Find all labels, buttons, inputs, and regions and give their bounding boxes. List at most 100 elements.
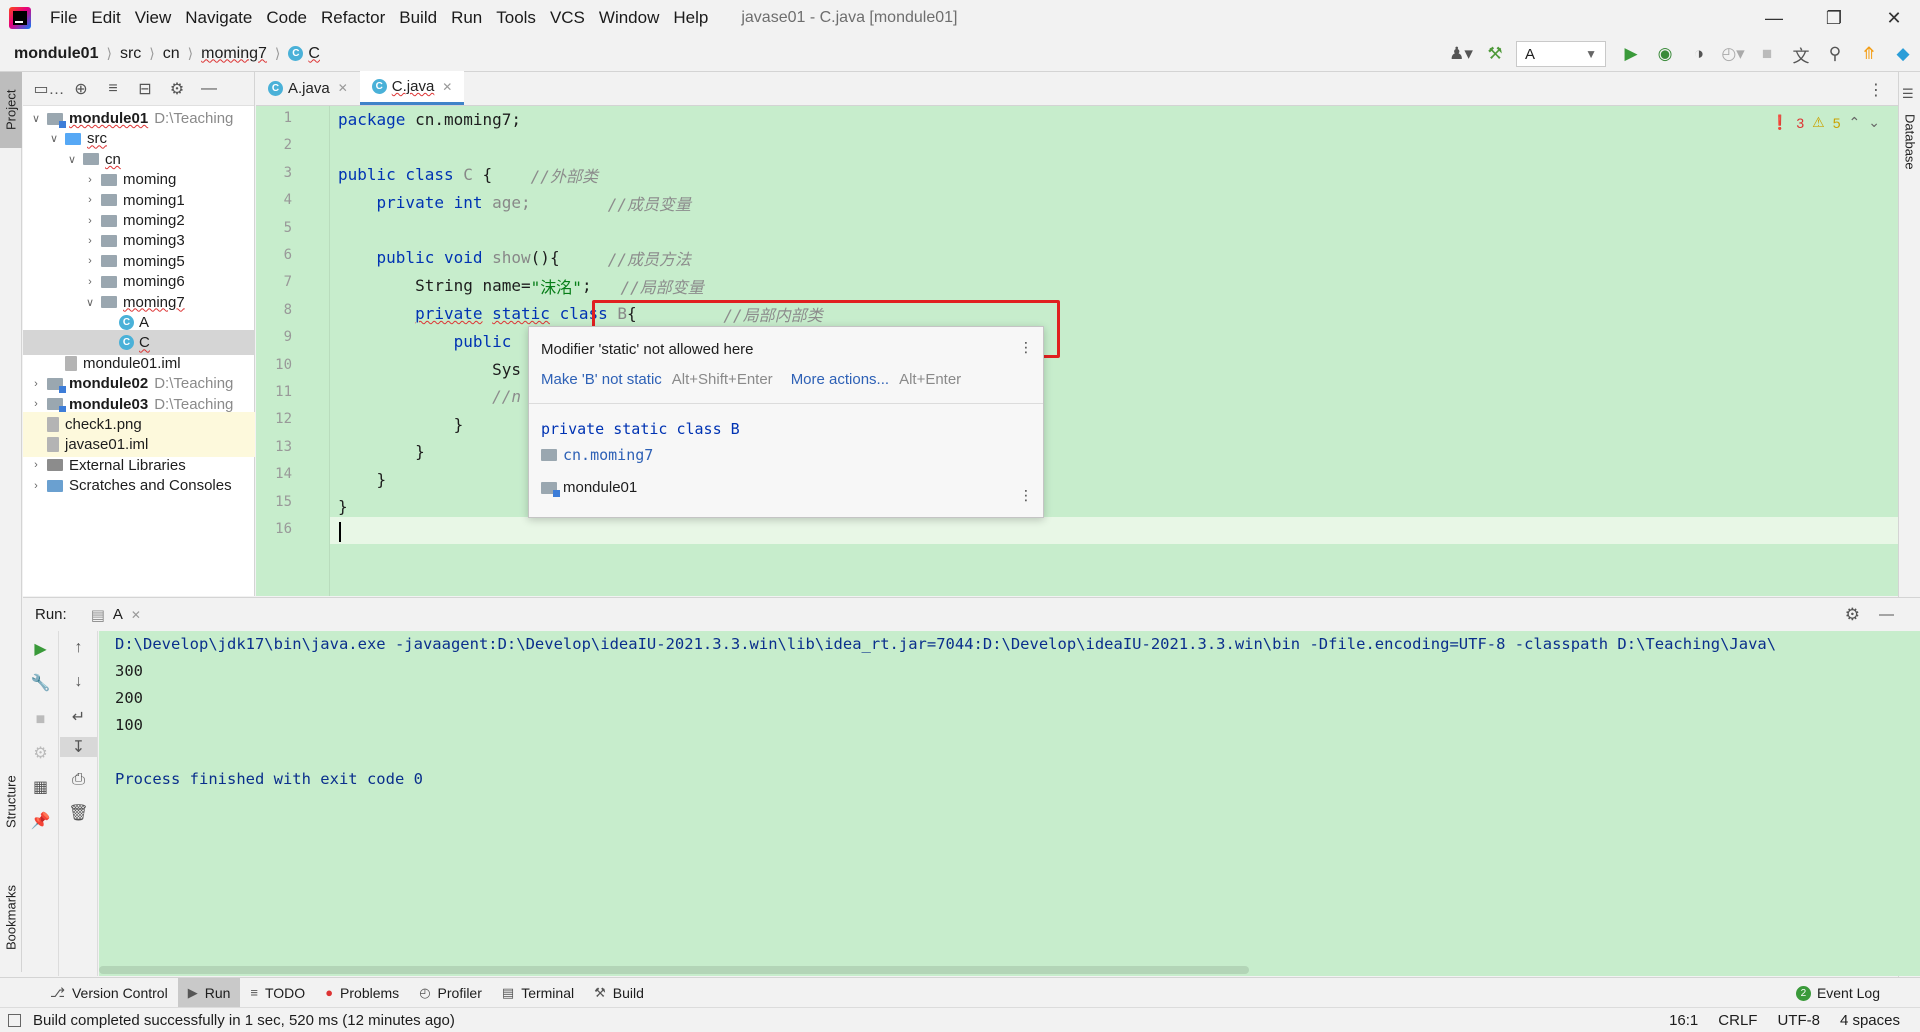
- breadcrumb-package[interactable]: moming7: [201, 45, 267, 63]
- menu-tools[interactable]: Tools: [489, 8, 543, 28]
- menu-refactor[interactable]: Refactor: [314, 8, 392, 28]
- chevron-down-icon[interactable]: ∨: [29, 112, 43, 125]
- menu-navigate[interactable]: Navigate: [178, 8, 259, 28]
- view-mode-icon[interactable]: ▭…: [33, 79, 65, 99]
- chevron-right-icon[interactable]: ›: [83, 255, 97, 267]
- breadcrumb-cn[interactable]: cn: [163, 45, 180, 63]
- expand-all-icon[interactable]: ≡: [97, 80, 129, 98]
- close-icon[interactable]: ✕: [131, 608, 141, 622]
- coverage-icon[interactable]: ◑: [1682, 36, 1716, 72]
- gear-icon[interactable]: ⚙: [161, 79, 193, 99]
- menu-build[interactable]: Build: [392, 8, 444, 28]
- menu-code[interactable]: Code: [259, 8, 314, 28]
- chevron-right-icon[interactable]: ›: [83, 194, 97, 206]
- tab-database[interactable]: Database: [1899, 102, 1920, 182]
- tree-item[interactable]: › Scratches and Consoles: [23, 473, 255, 498]
- menu-run[interactable]: Run: [444, 8, 489, 28]
- menu-help[interactable]: Help: [666, 8, 715, 28]
- chevron-right-icon[interactable]: ›: [29, 378, 43, 390]
- layout-icon[interactable]: ▦: [23, 777, 58, 797]
- scroll-to-end-icon[interactable]: ↧: [60, 737, 97, 757]
- more-options-icon[interactable]: ⋮: [1019, 487, 1033, 504]
- event-log-button[interactable]: 2 Event Log: [1795, 978, 1880, 1008]
- arrow-down-icon[interactable]: ↓: [60, 673, 97, 691]
- gear-icon[interactable]: ⚙: [1845, 605, 1860, 625]
- debug-icon[interactable]: ⚙: [23, 743, 58, 763]
- user-icon[interactable]: ♟▾: [1444, 36, 1478, 72]
- code-editor[interactable]: 1 2 3 4 5 6 7 8 9 10 11 12 13 14 15 16 package cn.momin…: [256, 106, 1920, 596]
- console-output[interactable]: D:\Develop\jdk17\bin\java.exe -javaagent…: [99, 631, 1920, 976]
- plugin-icon[interactable]: ◆: [1886, 36, 1920, 72]
- chevron-right-icon[interactable]: ›: [29, 398, 43, 410]
- line-separator[interactable]: CRLF: [1718, 1012, 1757, 1029]
- pin-icon[interactable]: 📌: [23, 811, 58, 831]
- print-icon[interactable]: ⎙: [60, 771, 97, 789]
- close-icon[interactable]: ✕: [338, 81, 348, 95]
- build-hammer-icon[interactable]: ⚒: [1478, 36, 1512, 72]
- translate-icon[interactable]: 文: [1784, 36, 1818, 72]
- minimize-icon[interactable]: —: [1748, 0, 1800, 36]
- tool-version-control[interactable]: ⎇ Version Control: [40, 978, 178, 1008]
- breadcrumb-module[interactable]: mondule01: [14, 45, 98, 63]
- more-actions-link[interactable]: More actions...: [791, 371, 889, 388]
- tool-profiler[interactable]: ◴ Profiler: [409, 978, 492, 1008]
- debug-icon[interactable]: ◉: [1648, 36, 1682, 72]
- update-icon[interactable]: ⤊: [1852, 36, 1886, 72]
- chevron-right-icon[interactable]: ›: [83, 235, 97, 247]
- chevron-right-icon[interactable]: ›: [83, 215, 97, 227]
- collapse-all-icon[interactable]: ⊟: [129, 79, 161, 99]
- stop-icon[interactable]: ■: [23, 711, 58, 729]
- chevron-down-icon[interactable]: ∨: [83, 296, 97, 309]
- file-encoding[interactable]: UTF-8: [1777, 1012, 1820, 1029]
- trash-icon[interactable]: 🗑: [60, 803, 97, 823]
- more-options-icon[interactable]: ⋮: [1019, 339, 1033, 356]
- tab-project[interactable]: Project: [0, 72, 22, 148]
- status-toggle-icon[interactable]: [8, 1013, 21, 1027]
- inspection-widget[interactable]: ❗ 3 ⚠ 5 ⌃ ⌄: [1771, 114, 1880, 131]
- tab-bookmarks[interactable]: Bookmarks: [0, 862, 22, 972]
- menu-window[interactable]: Window: [592, 8, 666, 28]
- hide-icon[interactable]: —: [193, 80, 225, 98]
- tool-problems[interactable]: ● Problems: [315, 978, 409, 1008]
- menu-vcs[interactable]: VCS: [543, 8, 592, 28]
- breadcrumb-src[interactable]: src: [120, 45, 141, 63]
- chevron-right-icon[interactable]: ›: [29, 480, 43, 492]
- tool-build[interactable]: ⚒ Build: [584, 978, 654, 1008]
- close-window-icon[interactable]: ✕: [1868, 0, 1920, 36]
- chevron-down-icon[interactable]: ∨: [47, 132, 61, 145]
- chevron-up-icon[interactable]: ⌃: [1849, 114, 1861, 131]
- menu-file[interactable]: File: [43, 8, 84, 28]
- profile-icon[interactable]: ◴▾: [1716, 36, 1750, 72]
- locate-icon[interactable]: ⊕: [65, 79, 97, 99]
- chevron-right-icon[interactable]: ›: [83, 276, 97, 288]
- more-tabs-icon[interactable]: ⋮: [1868, 80, 1884, 100]
- horizontal-scrollbar[interactable]: [99, 966, 1249, 974]
- tab-a-java[interactable]: C A.java ✕: [256, 71, 360, 105]
- hide-icon[interactable]: —: [1879, 606, 1894, 623]
- search-icon[interactable]: ⚲: [1818, 36, 1852, 72]
- breadcrumb-class[interactable]: C: [308, 45, 320, 63]
- soft-wrap-icon[interactable]: ↵: [60, 707, 97, 727]
- restore-icon[interactable]: ❐: [1808, 0, 1860, 36]
- tool-todo[interactable]: ≡ TODO: [240, 978, 315, 1008]
- run-icon[interactable]: ▶: [1614, 36, 1648, 72]
- chevron-down-icon[interactable]: ∨: [65, 153, 79, 166]
- caret-position[interactable]: 16:1: [1669, 1012, 1698, 1029]
- arrow-up-icon[interactable]: ↑: [60, 639, 97, 657]
- chevron-down-icon[interactable]: ⌄: [1868, 114, 1880, 131]
- tab-c-java[interactable]: C C.java ✕: [359, 71, 465, 105]
- run-config-select[interactable]: A ▼: [1516, 41, 1606, 67]
- make-not-static-link[interactable]: Make 'B' not static: [541, 371, 662, 388]
- run-tab[interactable]: ▤ A ✕: [91, 606, 141, 624]
- tab-structure[interactable]: Structure: [0, 752, 22, 852]
- stop-icon[interactable]: ■: [1750, 36, 1784, 72]
- chevron-right-icon[interactable]: ›: [83, 174, 97, 186]
- rerun-icon[interactable]: ▶: [23, 639, 58, 659]
- tool-terminal[interactable]: ▤ Terminal: [492, 978, 584, 1008]
- wrench-icon[interactable]: 🔧: [23, 673, 58, 693]
- tool-run[interactable]: ▶ Run: [177, 977, 241, 1008]
- chevron-right-icon[interactable]: ›: [29, 459, 43, 471]
- close-icon[interactable]: ✕: [442, 80, 452, 94]
- menu-view[interactable]: View: [128, 8, 179, 28]
- menu-edit[interactable]: Edit: [84, 8, 127, 28]
